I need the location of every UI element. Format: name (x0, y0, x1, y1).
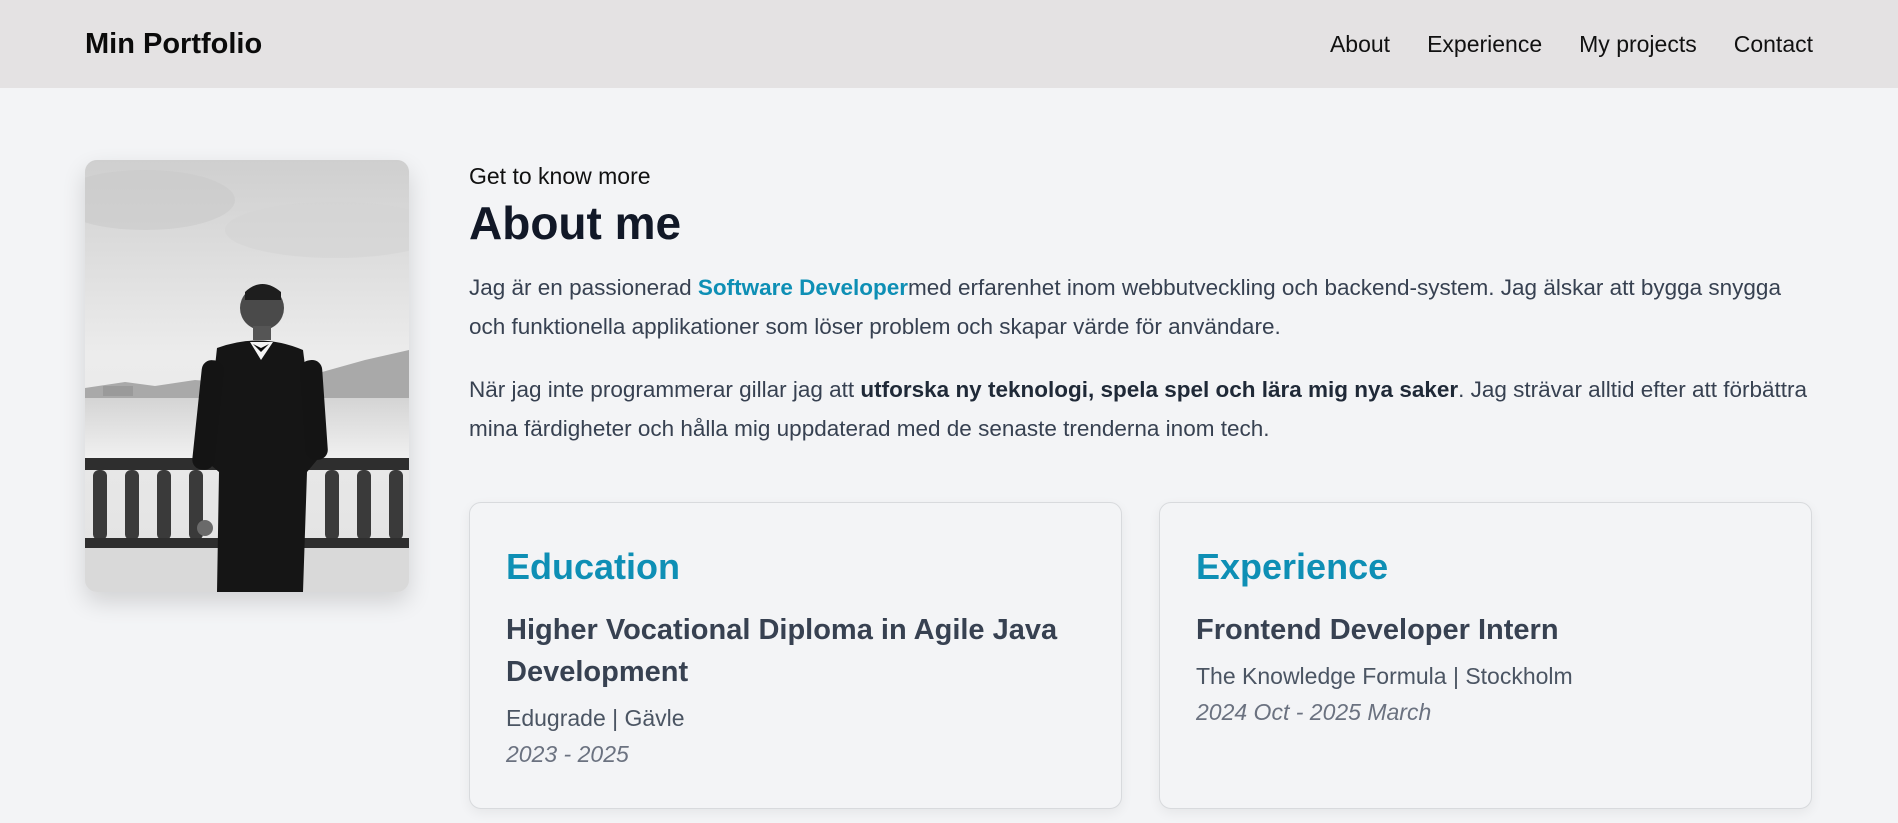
card-date: 2023 - 2025 (506, 741, 629, 767)
about-paragraph-2: När jag inte programmerar gillar jag att… (469, 370, 1813, 448)
nav-link-projects[interactable]: My projects (1579, 31, 1697, 58)
card-org: The Knowledge Formula | Stockholm (1196, 663, 1573, 689)
navbar: Min Portfolio About Experience My projec… (0, 0, 1898, 88)
para2-before: När jag inte programmerar gillar jag att (469, 377, 861, 402)
card-role: Higher Vocational Diploma in Agile Java … (506, 614, 1058, 688)
card-role: Frontend Developer Intern (1196, 614, 1559, 646)
nav-links: About Experience My projects Contact (1330, 31, 1813, 58)
about-heading: About me (469, 197, 682, 249)
info-cards: Education Higher Vocational Diploma in A… (469, 502, 1813, 809)
about-section: Get to know more About me Jag är en pass… (469, 163, 1813, 448)
card-org: Edugrade | Gävle (506, 705, 685, 731)
hobbies-highlight: utforska ny teknologi, spela spel och lä… (860, 377, 1459, 402)
experience-card: Experience Frontend Developer Intern The… (1159, 502, 1812, 809)
about-paragraph-1: Jag är en passionerad Software Developer… (469, 268, 1813, 346)
brand-logo[interactable]: Min Portfolio (85, 28, 262, 61)
education-card: Education Higher Vocational Diploma in A… (469, 502, 1122, 809)
role-highlight: Software Developer (697, 275, 908, 300)
card-title: Experience (1196, 546, 1389, 587)
profile-photo-image (85, 160, 409, 592)
profile-photo (85, 160, 409, 592)
nav-link-about[interactable]: About (1330, 31, 1390, 58)
nav-link-experience[interactable]: Experience (1427, 31, 1542, 58)
para1-before: Jag är en passionerad (469, 275, 698, 300)
card-title: Education (506, 546, 681, 587)
nav-link-contact[interactable]: Contact (1734, 31, 1813, 58)
card-date: 2024 Oct - 2025 March (1196, 699, 1432, 725)
about-eyebrow: Get to know more (469, 163, 651, 189)
